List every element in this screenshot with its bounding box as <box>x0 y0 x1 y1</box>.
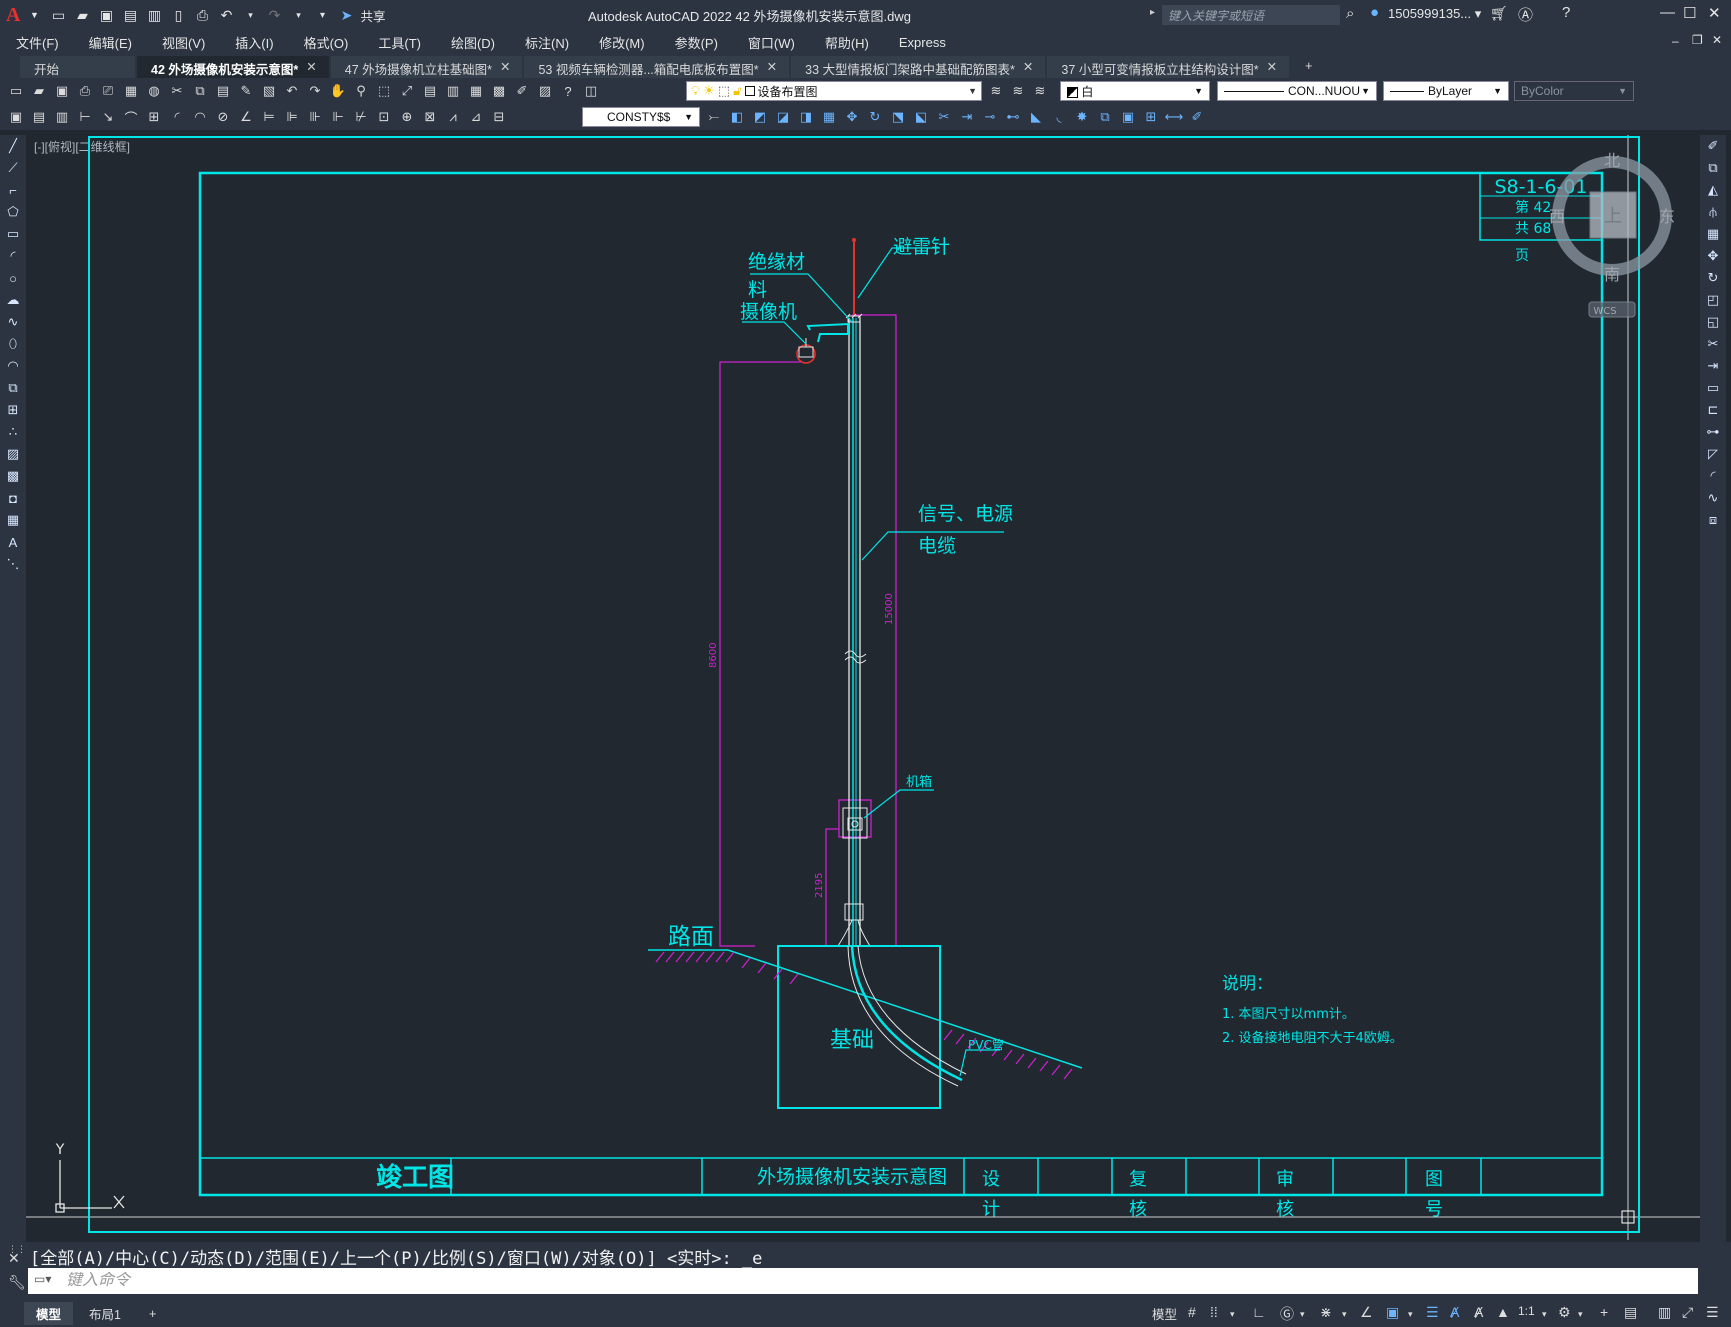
dimension-upper: 15000 <box>884 593 895 625</box>
label-cable-2: 电缆 <box>918 535 956 557</box>
viewcube-east[interactable]: 东 <box>1659 207 1675 226</box>
lineweight-display-icon[interactable]: ☰ <box>1426 1304 1439 1321</box>
dimension-lower: 2195 <box>814 873 825 898</box>
equipment-cabinet <box>842 807 868 839</box>
ucs-y-label: Y <box>55 1142 65 1158</box>
snap-dropdown-icon[interactable]: ▾ <box>1230 1309 1235 1320</box>
title-review-b: 核 <box>1129 1199 1147 1220</box>
workspace-dropdown-icon[interactable]: ▾ <box>1578 1309 1583 1320</box>
notes-item-2: 2. 设备接地电阻不大于4欧姆。 <box>1222 1030 1403 1046</box>
isolate-objects-icon[interactable]: ▥ <box>1658 1304 1671 1321</box>
dimension-total: 8600 <box>708 643 719 668</box>
ortho-icon[interactable]: ∟ <box>1252 1304 1266 1320</box>
snap-icon[interactable]: ⁞⁞ <box>1210 1304 1218 1320</box>
command-input-wrapper[interactable]: ▭▾ <box>28 1268 1698 1294</box>
annotation-scale-icon[interactable]: ▲ <box>1496 1304 1510 1320</box>
close-command-icon[interactable]: ✕ <box>8 1250 20 1267</box>
wcs-label[interactable]: WCS <box>1593 306 1616 317</box>
viewcube-top[interactable]: 上 <box>1604 206 1622 227</box>
title-design-b: 计 <box>982 1199 1000 1220</box>
osnap-tracking-icon[interactable]: ∠ <box>1360 1304 1373 1321</box>
units-icon[interactable]: ▤ <box>1624 1304 1637 1321</box>
leader-lines <box>742 247 1004 1077</box>
layout-tab-model[interactable]: 模型 <box>24 1302 74 1325</box>
viewcube-west[interactable]: 西 <box>1549 207 1565 226</box>
auto-scale-icon[interactable]: Ⱥ <box>1474 1304 1483 1320</box>
isodraft-icon[interactable]: ⋇ <box>1320 1304 1332 1321</box>
sheet-page-unit: 页 <box>1515 248 1529 264</box>
sheet-page: 第 42 <box>1515 199 1551 216</box>
pole <box>837 318 871 947</box>
layout-tabs: 模型 布局1 + <box>20 1302 168 1325</box>
camera-arm <box>806 313 863 343</box>
sheet-total: 共 68 <box>1515 221 1551 237</box>
label-road: 路面 <box>668 924 714 950</box>
label-insulation: 绝缘材 <box>748 251 805 273</box>
workspace-gear-icon[interactable]: ⚙ <box>1558 1304 1571 1321</box>
object-snap-dropdown-icon[interactable]: ▾ <box>1408 1309 1413 1320</box>
fullscreen-icon[interactable]: ⤢ <box>1682 1304 1693 1321</box>
add-icon[interactable]: + <box>1600 1304 1608 1320</box>
cable-pipe <box>847 945 967 1087</box>
label-cabinet: 机箱 <box>906 774 932 790</box>
annotation-visibility-icon[interactable]: Ⱥ <box>1450 1304 1459 1320</box>
scale-dropdown-icon[interactable]: ▾ <box>1542 1309 1547 1320</box>
title-number-a: 图 <box>1425 1169 1443 1190</box>
grid-icon[interactable]: # <box>1188 1304 1196 1320</box>
viewcube-north[interactable]: 北 <box>1604 151 1620 170</box>
road-surface <box>648 949 1083 1080</box>
recent-commands-icon[interactable]: ▭▾ <box>34 1272 51 1286</box>
label-insulation-2: 料 <box>748 279 767 301</box>
polar-dropdown-icon[interactable]: ▾ <box>1300 1309 1305 1320</box>
polar-icon[interactable]: Ⓖ <box>1280 1304 1294 1324</box>
annotation-scale-value[interactable]: 1:1 <box>1518 1304 1535 1318</box>
command-history: [全部(A)/中心(C)/动态(D)/范围(E)/上一个(P)/比例(S)/窗口… <box>30 1249 763 1269</box>
label-lightning-rod: 避雷针 <box>893 236 950 258</box>
title-approve-b: 核 <box>1276 1199 1294 1220</box>
notes-item-1: 1. 本图尺寸以mm计。 <box>1222 1007 1355 1022</box>
status-bar <box>0 1300 1731 1327</box>
customize-status-icon[interactable]: ☰ <box>1706 1304 1719 1321</box>
title-stamp: 竣工图 <box>376 1162 454 1193</box>
foundation-block <box>777 945 941 1109</box>
sheet-number-block: S8-1-6-01 第 42 共 68 页 <box>1479 172 1603 264</box>
title-number-b: 号 <box>1425 1199 1443 1220</box>
layout-tab-layout1[interactable]: 布局1 <box>77 1302 133 1325</box>
title-approve-a: 审 <box>1276 1169 1294 1190</box>
add-layout-icon[interactable]: + <box>137 1305 168 1323</box>
command-input[interactable] <box>28 1272 1698 1290</box>
title-review-a: 复 <box>1129 1169 1147 1190</box>
title-drawing-name: 外场摄像机安装示意图 <box>757 1166 947 1188</box>
label-cable-1: 信号、电源 <box>918 503 1013 525</box>
isodraft-dropdown-icon[interactable]: ▾ <box>1342 1309 1347 1320</box>
label-camera: 摄像机 <box>740 301 797 323</box>
sheet-outer-frame <box>88 136 1640 1233</box>
viewcube[interactable]: 上 北 南 东 西 WCS <box>1549 151 1675 318</box>
camera-icon <box>796 338 816 364</box>
drawing-canvas: S8-1-6-01 第 42 共 68 页 上 北 南 东 西 WCS 8600… <box>26 135 1700 1240</box>
model-space-button[interactable]: 模型 <box>1152 1304 1177 1323</box>
object-snap-icon[interactable]: ▣ <box>1386 1304 1399 1321</box>
dimension-lines <box>719 314 897 947</box>
customize-command-icon[interactable]: 🔧︎ <box>8 1274 26 1291</box>
label-foundation: 基础 <box>830 1028 874 1053</box>
label-pvc: PVC管 <box>968 1037 1004 1052</box>
notes-title: 说明： <box>1222 974 1273 994</box>
viewcube-south[interactable]: 南 <box>1604 265 1620 284</box>
title-design-a: 设 <box>982 1169 1000 1190</box>
